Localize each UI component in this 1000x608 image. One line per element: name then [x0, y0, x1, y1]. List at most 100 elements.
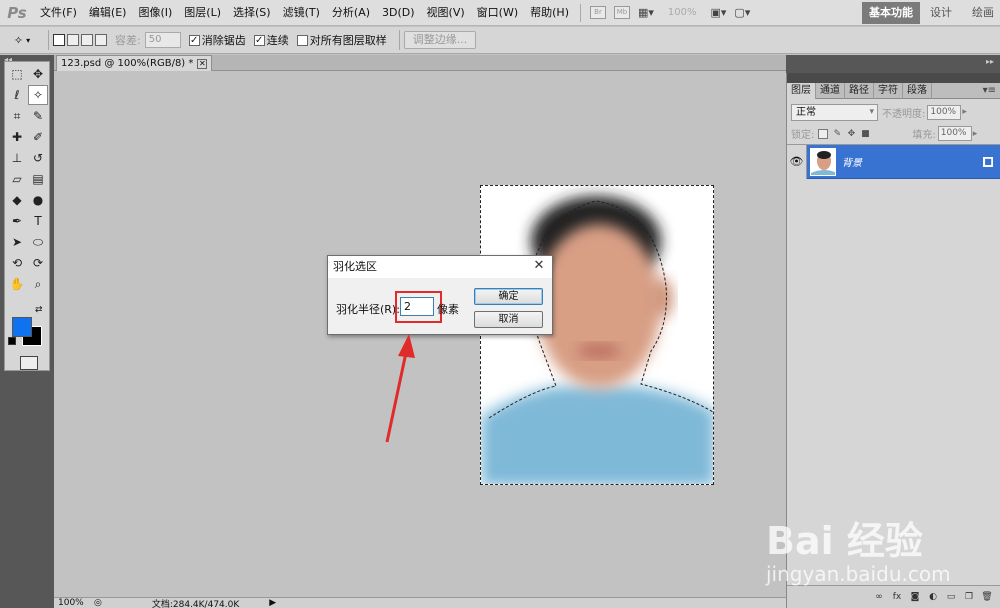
document-tab[interactable]: 123.psd @ 100%(RGB/8) * ✕ [56, 55, 213, 71]
tool-panel: ⬚ ✥ ℓ ✧ ⌗ ✎ ✚ ✐ ⊥ ↺ ▱ ▤ ◆ ● ✒ T ➤ ⬭ ⟲ ⟳ … [4, 61, 50, 371]
tolerance-input[interactable]: 50 [144, 32, 181, 48]
cancel-button[interactable]: 取消 [474, 311, 543, 328]
tab-channels[interactable]: 通道 [816, 83, 845, 99]
tab-layers[interactable]: 图层 [787, 83, 816, 99]
lock-icon: ■ [983, 156, 993, 167]
menu-analysis[interactable]: 分析(A) [326, 0, 376, 26]
pen-tool-icon[interactable]: ✒ [7, 211, 27, 231]
add-to-selection-icon[interactable] [67, 34, 79, 46]
menu-file[interactable]: 文件(F) [34, 0, 83, 26]
status-icon: ◎ [94, 598, 102, 608]
panel-menu-icon[interactable]: ▾≡ [983, 83, 996, 99]
tool-preset-picker[interactable]: ✧ ▾ [0, 28, 44, 53]
fill-input[interactable]: 100% [937, 126, 972, 141]
portrait-image [481, 186, 713, 484]
default-colors-icon[interactable] [8, 337, 16, 345]
crop-tool-icon[interactable]: ⌗ [7, 106, 27, 126]
toolbox: ◂◂ ⬚ ✥ ℓ ✧ ⌗ ✎ ✚ ✐ ⊥ ↺ ▱ ▤ ◆ ● ✒ T ➤ ⬭ ⟲… [0, 55, 54, 608]
menu-edit[interactable]: 编辑(E) [83, 0, 133, 26]
lock-all-icon[interactable]: ■ [860, 129, 870, 139]
canvas-photo[interactable] [480, 185, 714, 485]
workspace-paint-button[interactable]: 绘画 [972, 2, 994, 24]
refine-edge-button[interactable]: 调整边缘... [403, 31, 477, 49]
type-tool-icon[interactable]: T [28, 211, 48, 231]
tab-paragraph[interactable]: 段落 [903, 83, 932, 99]
tab-character[interactable]: 字符 [874, 83, 903, 99]
chevron-right-icon[interactable]: ▸ [973, 129, 978, 139]
zoom-tool-icon[interactable]: ⌕ [28, 274, 48, 294]
status-menu-arrow-icon[interactable]: ▶ [269, 598, 276, 608]
gradient-tool-icon[interactable]: ▤ [28, 169, 48, 189]
healing-brush-tool-icon[interactable]: ✚ [7, 127, 27, 147]
sample-all-layers-checkbox[interactable]: 对所有图层取样 [296, 32, 387, 48]
zoom-level[interactable]: 100% [658, 7, 707, 18]
hand-tool-icon[interactable]: ✋ [7, 274, 27, 294]
3d-rotate-tool-icon[interactable]: ⟲ [7, 253, 27, 273]
intersect-selection-icon[interactable] [95, 34, 107, 46]
dialog-title: 羽化选区 [328, 256, 552, 278]
quick-mask-icon[interactable] [20, 356, 38, 370]
eye-icon[interactable]: 👁 [787, 144, 807, 179]
contiguous-checkbox[interactable]: ✓ 连续 [253, 32, 289, 48]
collapse-panels-icon[interactable]: ▸▸ [986, 57, 994, 66]
workspace-basic-button[interactable]: 基本功能 [862, 2, 920, 24]
layer-row-background[interactable]: 👁 背景 ■ [787, 144, 1000, 179]
subtract-from-selection-icon[interactable] [81, 34, 93, 46]
menu-filter[interactable]: 滤镜(T) [277, 0, 326, 26]
lasso-tool-icon[interactable]: ℓ [7, 85, 27, 105]
chevron-right-icon[interactable]: ▸ [962, 107, 967, 117]
opacity-label: 不透明度: [882, 108, 926, 120]
layer-name[interactable]: 背景 [842, 154, 983, 169]
menu-view[interactable]: 视图(V) [421, 0, 471, 26]
blend-mode-select[interactable]: 正常 [791, 103, 878, 121]
eraser-tool-icon[interactable]: ▱ [7, 169, 27, 189]
menu-layer[interactable]: 图层(L) [178, 0, 227, 26]
lock-transparent-icon[interactable] [818, 128, 829, 139]
workspace-design-button[interactable]: 设计 [930, 2, 952, 24]
close-icon[interactable]: ✕ [532, 259, 546, 273]
arrange-documents-icon[interactable]: ▣▾ [707, 4, 731, 22]
marquee-tool-icon[interactable]: ⬚ [7, 64, 27, 84]
tab-paths[interactable]: 路径 [845, 83, 874, 99]
lock-position-icon[interactable]: ✥ [846, 129, 856, 139]
ellipse-tool-icon[interactable]: ⬭ [28, 232, 48, 252]
foreground-color-swatch[interactable] [12, 317, 32, 337]
menu-bar: Ps 文件(F) 编辑(E) 图像(I) 图层(L) 选择(S) 滤镜(T) 分… [0, 0, 1000, 26]
anti-alias-checkbox[interactable]: ✓ 消除锯齿 [188, 32, 246, 48]
menu-help[interactable]: 帮助(H) [524, 0, 575, 26]
status-zoom[interactable]: 100% [54, 598, 88, 608]
view-extras-icon[interactable]: ▦▾ [634, 4, 658, 22]
menu-image[interactable]: 图像(I) [132, 0, 178, 26]
swap-colors-icon[interactable]: ⇄ [35, 305, 43, 315]
path-selection-tool-icon[interactable]: ➤ [7, 232, 27, 252]
layer-thumbnail [810, 147, 836, 176]
brush-tool-icon[interactable]: ✐ [28, 127, 48, 147]
unchecked-box-icon [296, 34, 308, 46]
eyedropper-tool-icon[interactable]: ✎ [28, 106, 48, 126]
menu-select[interactable]: 选择(S) [227, 0, 277, 26]
screen-mode-icon[interactable]: ▢▾ [730, 4, 754, 22]
blur-tool-icon[interactable]: ◆ [7, 190, 27, 210]
lock-pixels-icon[interactable]: ✎ [832, 129, 842, 139]
move-tool-icon[interactable]: ✥ [28, 64, 48, 84]
watermark-brand: Bai 经验 [766, 519, 923, 563]
opacity-input[interactable]: 100% [927, 104, 962, 120]
annotation-arrow-icon [385, 334, 415, 443]
close-icon[interactable]: ✕ [197, 58, 208, 69]
options-bar: ✧ ▾ 容差: 50 ✓ 消除锯齿 ✓ 连续 对所有图层取样 调整边缘... [0, 27, 1000, 54]
magic-wand-tool-icon[interactable]: ✧ [28, 85, 48, 105]
ok-button[interactable]: 确定 [474, 288, 543, 305]
new-selection-icon[interactable] [53, 34, 65, 46]
menu-window[interactable]: 窗口(W) [471, 0, 524, 26]
mini-bridge-icon[interactable]: Mb [610, 4, 634, 22]
sample-all-layers-label: 对所有图层取样 [309, 34, 387, 47]
dodge-tool-icon[interactable]: ● [28, 190, 48, 210]
menu-3d[interactable]: 3D(D) [376, 0, 421, 26]
3d-orbit-tool-icon[interactable]: ⟳ [28, 253, 48, 273]
feather-radius-label: 羽化半径(R): [336, 303, 400, 316]
history-brush-tool-icon[interactable]: ↺ [28, 148, 48, 168]
chevron-down-icon: ▾ [26, 35, 31, 45]
bridge-icon[interactable]: Br [586, 4, 610, 22]
panel-grip[interactable] [787, 73, 1000, 83]
clone-stamp-tool-icon[interactable]: ⊥ [7, 148, 27, 168]
